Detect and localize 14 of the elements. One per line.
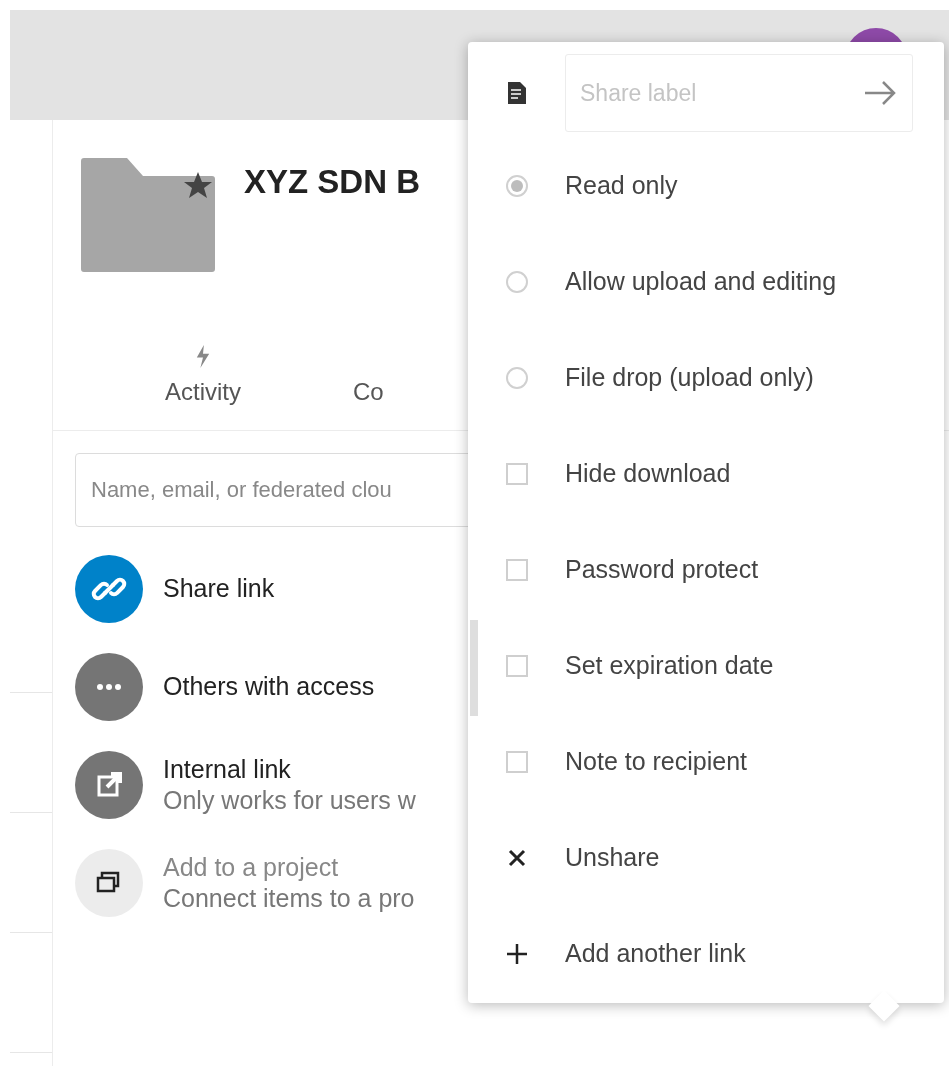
- menu-item[interactable]: Add another link: [468, 906, 944, 1002]
- menu-item[interactable]: Note to recipient: [468, 714, 944, 810]
- share-row-title: Add to a project: [163, 851, 340, 883]
- file-title: XYZ SDN B: [244, 165, 421, 198]
- share-row-title: Share link: [163, 573, 275, 605]
- menu-item[interactable]: Set expiration date: [468, 618, 944, 714]
- share-row-title: Internal link: [163, 753, 292, 785]
- menu-item[interactable]: Read only: [468, 138, 944, 234]
- share-row-subtitle: Connect items to a pro: [163, 883, 415, 914]
- share-row-title: Others with access: [163, 671, 375, 703]
- share-row-subtitle: Only works for users w: [163, 785, 416, 816]
- menu-item[interactable]: Unshare: [468, 810, 944, 906]
- sidebar-tab[interactable]: Activity: [53, 345, 353, 430]
- menu-item[interactable]: Allow upload and editing: [468, 234, 944, 330]
